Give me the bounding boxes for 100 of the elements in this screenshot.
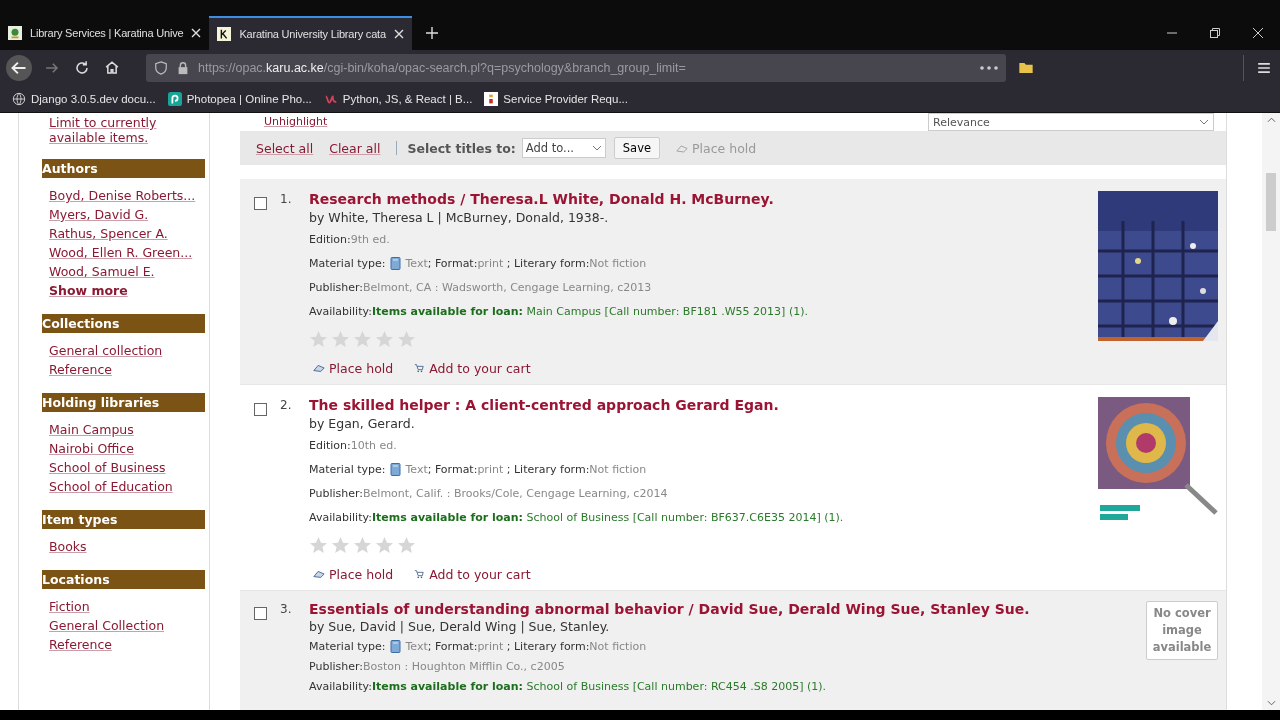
facet-link[interactable]: General collection: [49, 343, 205, 358]
lock-icon: [176, 61, 190, 75]
field-label: ; Format:: [427, 256, 478, 270]
facet-link[interactable]: Boyd, Denise Roberts...: [49, 188, 205, 203]
book-icon: [390, 462, 402, 476]
field-label: ; Literary form:: [505, 462, 590, 476]
more-icon[interactable]: [980, 66, 998, 70]
field-label: ; Format:: [427, 462, 478, 476]
availability-line: Availability:Items available for loan: School of Business [Call number: RC454 .S8 2005] (1).: [309, 680, 827, 694]
field-label: Material type:: [309, 256, 386, 270]
limit-link[interactable]: Limit to currently available items.: [42, 115, 205, 145]
facet-link[interactable]: Reference: [49, 362, 205, 377]
show-more-link[interactable]: Show more: [49, 283, 205, 298]
document-logo-icon: [484, 92, 499, 106]
star-icon[interactable]: [353, 535, 372, 555]
field-value: Not fiction: [589, 256, 647, 270]
author-line: by White, Theresa L | McBurney, Donald, 1938-.: [309, 209, 610, 225]
browser-tab[interactable]: Library Services | Karatina Unive: [0, 16, 210, 50]
star-icon[interactable]: [375, 329, 394, 349]
star-icon[interactable]: [353, 329, 372, 349]
clear-all-link[interactable]: Clear all: [329, 140, 381, 156]
add-to-dropdown[interactable]: Add to...: [521, 138, 606, 158]
star-rating[interactable]: [309, 329, 416, 349]
star-icon[interactable]: [397, 535, 416, 555]
facet-link[interactable]: Wood, Ellen R. Green...: [49, 245, 205, 260]
select-checkbox[interactable]: [253, 606, 267, 620]
unhighlight-link[interactable]: Unhighlight: [264, 115, 328, 129]
cart-icon: [413, 569, 426, 580]
select-all-link[interactable]: Select all: [256, 140, 314, 156]
facet-link[interactable]: School of Business: [49, 460, 205, 475]
browser-tab[interactable]: Karatina University Library cata: [209, 16, 412, 50]
field-label: ; Literary form:: [505, 256, 590, 270]
result-title-link[interactable]: The skilled helper : A client-centred approach Gerard Egan.: [309, 396, 1098, 414]
hold-icon: [313, 569, 325, 580]
star-icon[interactable]: [397, 329, 416, 349]
scroll-down-icon[interactable]: [1266, 700, 1276, 706]
publisher-line: Publisher:Boston : Houghton Mifflin Co., c2005: [309, 660, 566, 674]
star-rating[interactable]: [309, 535, 416, 555]
field-value: Text: [405, 640, 428, 654]
facet-link[interactable]: Books: [49, 539, 205, 554]
facet-link[interactable]: Myers, David G.: [49, 207, 205, 222]
facet-link[interactable]: School of Education: [49, 479, 205, 494]
close-icon[interactable]: [191, 28, 202, 38]
add-to-cart-link[interactable]: Add to your cart: [413, 566, 531, 582]
scroll-up-icon[interactable]: [1266, 117, 1276, 123]
scroll-thumb[interactable]: [1266, 173, 1276, 231]
bookmark[interactable]: Django 3.0.5.dev docu...: [12, 92, 156, 106]
facet-link[interactable]: Nairobi Office: [49, 441, 205, 456]
book-icon: [390, 256, 402, 270]
facet-heading: Holding libraries: [42, 393, 205, 412]
edition-line: Edition:9th ed.: [309, 232, 391, 246]
star-icon[interactable]: [375, 535, 394, 555]
facet-link[interactable]: General Collection: [49, 618, 205, 633]
book-icon: [390, 640, 402, 654]
url-text: https://opac.karu.ac.ke/cgi-bin/koha/opac-search.pl?q=psychology&branch_group_limit=: [198, 61, 687, 75]
result-title-link[interactable]: Research methods / Theresa.L White, Donald H. McBurney.: [309, 191, 1098, 208]
address-bar[interactable]: https://opac.karu.ac.ke/cgi-bin/koha/opac-search.pl?q=psychology&branch_group_limit=: [146, 54, 1006, 82]
facet-link[interactable]: Rathus, Spencer A.: [49, 226, 205, 241]
field-value: Not fiction: [589, 640, 647, 654]
field-value: print: [477, 256, 504, 270]
result-number: 3.: [280, 600, 293, 618]
author-line: by Egan, Gerard.: [309, 415, 416, 431]
star-icon[interactable]: [309, 329, 328, 349]
facet-link[interactable]: Main Campus: [49, 422, 205, 437]
place-hold-link[interactable]: Place hold: [313, 566, 394, 582]
availability-line: Availability:Items available for loan: School of Business [Call number: BF637.C6E35 2014] (1).: [309, 510, 845, 524]
sort-dropdown[interactable]: Relevance: [928, 113, 1214, 131]
field-label: ; Format:: [427, 640, 478, 654]
star-icon[interactable]: [309, 535, 328, 555]
bookmark[interactable]: Service Provider Requ...: [484, 92, 628, 106]
select-checkbox[interactable]: [253, 402, 267, 416]
author-line: by Sue, David | Sue, Derald Wing | Sue, Stanley.: [309, 619, 611, 635]
select-checkbox[interactable]: [253, 197, 267, 210]
facet-link[interactable]: Reference: [49, 637, 205, 652]
caret-icon: [1199, 119, 1209, 125]
place-hold-link[interactable]: Place hold: [313, 360, 394, 376]
restore-icon[interactable]: [1209, 27, 1221, 39]
star-icon[interactable]: [331, 535, 350, 555]
close-icon[interactable]: [1252, 27, 1264, 39]
field-value: Text: [405, 462, 428, 476]
bookmark[interactable]: Photopea | Online Pho...: [167, 92, 312, 106]
facet-link[interactable]: Fiction: [49, 599, 205, 614]
bookmark[interactable]: Python, JS, & React | B...: [323, 92, 473, 106]
field-value: Text: [405, 256, 428, 270]
result-title-link[interactable]: Essentials of understanding abnormal behavior / David Sue, Derald Wing Sue, Stanley Sue.: [309, 600, 1098, 618]
field-value: print: [477, 640, 504, 654]
shield-icon: [154, 61, 168, 75]
result-number: 1.: [280, 191, 293, 208]
availability-line: Availability:Items available for loan: Main Campus [Call number: BF181 .W55 2013] (1).: [309, 304, 809, 318]
caret-icon: [591, 145, 602, 151]
publisher-line: Publisher:Belmont, CA : Wadsworth, Cengage Learning, c2013: [309, 280, 653, 294]
facet-link[interactable]: Wood, Samuel E.: [49, 264, 205, 279]
select-titles-label: Select titles to:: [407, 140, 516, 156]
star-icon[interactable]: [331, 329, 350, 349]
close-icon[interactable]: [393, 29, 404, 39]
save-button[interactable]: Save: [613, 137, 660, 159]
field-label: ; Literary form:: [505, 640, 590, 654]
new-tab-icon[interactable]: [425, 27, 438, 39]
facet-heading: Collections: [42, 314, 205, 333]
add-to-cart-link[interactable]: Add to your cart: [413, 360, 531, 376]
